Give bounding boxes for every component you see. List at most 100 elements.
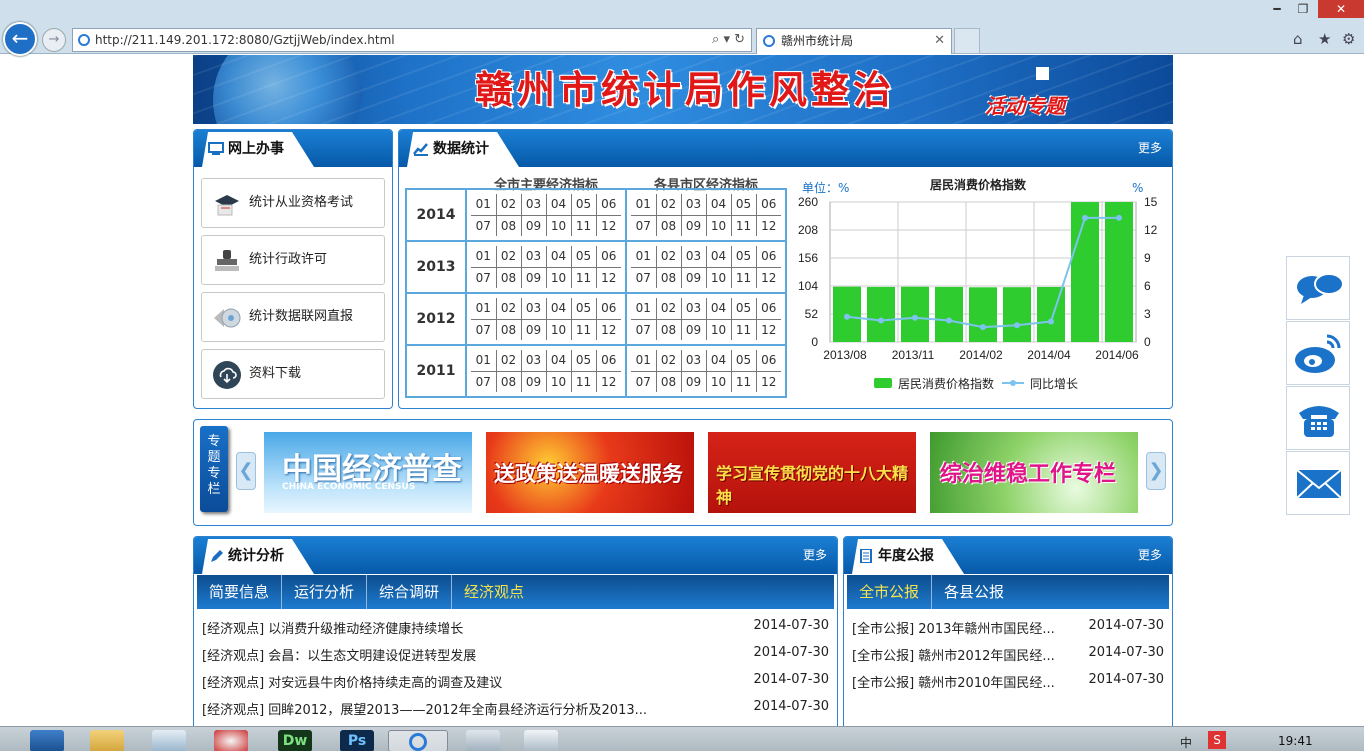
new-tab-button[interactable]	[954, 28, 980, 54]
phone-button[interactable]	[1286, 386, 1350, 450]
special-topics-panel: 专题专栏 ❮ 中国经济普查 CHINA ECONOMIC CENSUS 送政策送…	[193, 419, 1173, 526]
x-tick: 2014/02	[959, 348, 1003, 362]
annual-more-link[interactable]: 更多	[1138, 546, 1162, 563]
system-clock: 19:41	[1278, 734, 1313, 748]
address-bar[interactable]: http://211.149.201.172:8080/GztjjWeb/ind…	[72, 28, 752, 52]
banner-party-congress[interactable]: 学习宣传贯彻党的十八大精神	[708, 432, 916, 513]
analysis-title: 统计分析	[202, 539, 314, 574]
news-item[interactable]: [经济观点] 会昌：以生态文明建设促进转型发展	[202, 645, 757, 665]
news-date: 2014-07-30	[1088, 645, 1164, 660]
document-icon	[858, 549, 874, 563]
banner-policy-service[interactable]: 送政策送温暖送服务	[486, 432, 694, 513]
admin-license-button[interactable]: 统计行政许可	[201, 235, 385, 285]
taskbar-folder-icon[interactable]	[90, 730, 124, 751]
news-item[interactable]: [全市公报] 赣州市2012年国民经...	[852, 645, 1092, 665]
x-tick: 2013/08	[823, 348, 867, 362]
weibo-button[interactable]	[1286, 321, 1350, 385]
favorites-star-icon[interactable]: ★	[1318, 30, 1331, 48]
taskbar-eraser-icon[interactable]	[524, 730, 558, 751]
legend-bar-swatch	[874, 378, 892, 388]
forward-button[interactable]: →	[42, 28, 66, 52]
tab-title: 赣州市统计局	[781, 34, 854, 48]
tab-city-bulletin[interactable]: 全市公报	[847, 575, 933, 609]
tab-research[interactable]: 综合调研	[367, 575, 453, 609]
close-window-button[interactable]: ✕	[1318, 0, 1364, 18]
legend-bar-label: 居民消费价格指数	[898, 376, 994, 391]
banner-stability[interactable]: 综治维稳工作专栏	[930, 432, 1138, 513]
sogou-ime-icon[interactable]: S	[1208, 731, 1226, 749]
data-stats-title: 数据统计	[407, 132, 519, 167]
analysis-more-link[interactable]: 更多	[803, 546, 827, 563]
envelope-icon	[1296, 469, 1342, 499]
taskbar-calculator-icon[interactable]	[466, 730, 500, 751]
tab-economic-views[interactable]: 经济观点	[452, 575, 536, 609]
taskbar-ie-icon[interactable]	[388, 730, 448, 751]
settings-gear-icon[interactable]: ⚙	[1342, 30, 1355, 48]
banner-economic-census[interactable]: 中国经济普查 CHINA ECONOMIC CENSUS	[264, 432, 472, 513]
analysis-subnav: 简要信息 运行分析 综合调研 经济观点	[197, 575, 834, 609]
download-button[interactable]: 资料下载	[201, 349, 385, 399]
yoy-point	[878, 317, 884, 324]
yoy-point	[1116, 214, 1122, 221]
legend-line-label: 同比增长	[1030, 377, 1078, 391]
y-right-tick: 9	[1144, 251, 1151, 265]
y-right-tick: 12	[1144, 223, 1158, 237]
search-refresh-icons[interactable]: ⌕ ▾ ↻	[712, 29, 745, 51]
cpi-bar	[867, 286, 895, 342]
news-item[interactable]: [经济观点] 回眸2012，展望2013——2012年全南县经济运行分析及201…	[202, 699, 757, 719]
taskbar-app-monitor-icon[interactable]	[152, 730, 186, 751]
yoy-point	[980, 324, 986, 331]
online-report-button[interactable]: 统计数据联网直报	[201, 292, 385, 342]
yoy-point	[912, 314, 918, 321]
special-label-char: 专	[207, 434, 221, 449]
cpi-bar	[1105, 201, 1133, 342]
y-right-tick: 0	[1144, 335, 1151, 349]
news-item[interactable]: [全市公报] 2013年赣州市国民经...	[852, 618, 1092, 638]
tab-county-bulletin[interactable]: 各县公报	[932, 575, 1016, 609]
weibo-icon	[1295, 334, 1341, 373]
cloud-download-icon	[213, 361, 241, 389]
windows-taskbar: Dw Ps 中 S 19:41	[0, 726, 1364, 751]
tab-brief-info[interactable]: 简要信息	[197, 575, 283, 609]
cpi-bar	[1071, 202, 1099, 342]
left-unit-label: 单位：%	[802, 180, 849, 195]
news-date: 2014-07-30	[1088, 618, 1164, 633]
taskbar-photoshop-icon[interactable]: Ps	[340, 730, 374, 751]
yoy-point	[946, 317, 952, 324]
home-icon[interactable]: ⌂	[1293, 30, 1303, 48]
email-button[interactable]	[1286, 451, 1350, 515]
x-tick: 2013/11	[892, 348, 935, 362]
ime-indicator[interactable]: 中	[1180, 734, 1192, 751]
news-item[interactable]: [经济观点] 对安远县牛肉价格持续走高的调查及建议	[202, 672, 757, 692]
yoy-point	[1014, 322, 1020, 329]
y-left-tick: 260	[798, 195, 818, 209]
y-right-tick: 15	[1144, 195, 1158, 209]
news-item[interactable]: [经济观点] 以消费升级推动经济健康持续增长	[202, 618, 757, 638]
exam-qualification-button[interactable]: 统计从业资格考试	[201, 178, 385, 228]
y-left-tick: 156	[798, 251, 818, 265]
yoy-point	[1048, 318, 1054, 325]
chat-button[interactable]	[1286, 256, 1350, 320]
taskbar-app-computer-icon[interactable]	[30, 730, 64, 751]
maximize-button[interactable]: ❐	[1292, 0, 1314, 18]
y-left-tick: 104	[798, 279, 818, 293]
tab-close-icon[interactable]: ✕	[934, 29, 945, 53]
carousel-next-button[interactable]: ❯	[1146, 452, 1166, 490]
stats-more-link[interactable]: 更多	[1138, 139, 1162, 156]
banner-subtitle: 活动专题	[985, 94, 1065, 118]
analysis-panel: 统计分析 更多 简要信息 运行分析 综合调研 经济观点 [经济观点] 以消费升级推动经…	[193, 536, 838, 745]
y-left-tick: 0	[811, 335, 818, 349]
monitor-icon	[208, 142, 224, 156]
browser-tab[interactable]: 赣州市统计局 ✕	[756, 28, 952, 54]
pen-icon	[208, 549, 224, 563]
y-left-tick: 52	[805, 307, 819, 321]
tab-operation-analysis[interactable]: 运行分析	[282, 575, 368, 609]
yoy-point	[1082, 214, 1088, 221]
taskbar-app-tool-icon[interactable]	[214, 730, 248, 751]
news-item[interactable]: [全市公报] 赣州市2010年国民经...	[852, 672, 1092, 692]
online-services-title: 网上办事	[202, 132, 314, 167]
carousel-prev-button[interactable]: ❮	[236, 452, 256, 490]
back-button[interactable]: ←	[3, 22, 37, 56]
minimize-button[interactable]: ━	[1266, 0, 1288, 18]
taskbar-dreamweaver-icon[interactable]: Dw	[278, 730, 312, 751]
